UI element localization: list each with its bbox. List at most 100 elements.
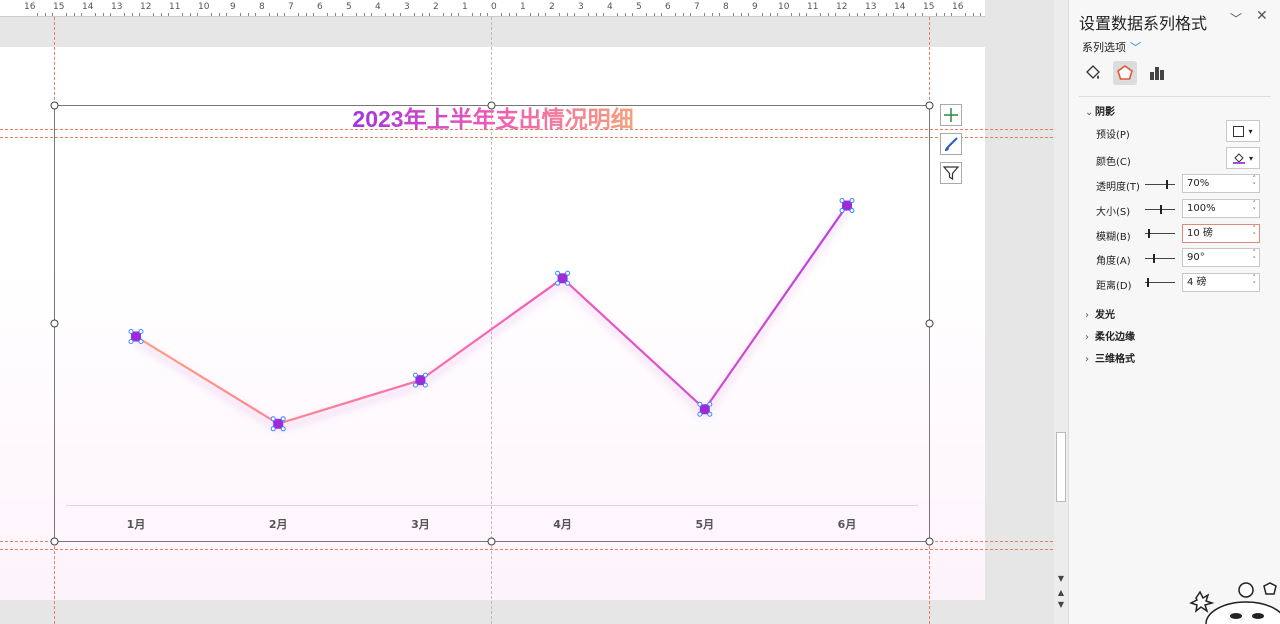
- ruler-label: 13: [111, 2, 123, 12]
- transparency-slider[interactable]: [1145, 180, 1175, 189]
- spin-arrows-icon[interactable]: ˄ ˅: [1253, 226, 1257, 240]
- scroll-down-icon[interactable]: ▼: [1056, 574, 1066, 584]
- series-options-dropdown[interactable]: 系列选项 ﹀: [1082, 39, 1141, 55]
- slide-workspace[interactable]: 2023年上半年支出情况明细 1月 2月 3月 4月 5月 6月: [0, 17, 1053, 624]
- point-selection-handle[interactable]: [565, 280, 571, 286]
- shadow-color-dropdown[interactable]: ▾: [1226, 147, 1260, 169]
- slider-knob[interactable]: [1152, 254, 1155, 263]
- funnel-icon[interactable]: [940, 162, 962, 184]
- chevron-right-icon: ›: [1085, 354, 1089, 365]
- line-chart[interactable]: 2023年上半年支出情况明细 1月 2月 3月 4月 5月 6月: [0, 17, 1053, 624]
- transparency-input[interactable]: 70% ˄ ˅: [1182, 174, 1260, 193]
- distance-slider[interactable]: [1145, 278, 1175, 287]
- shadow-preset-dropdown[interactable]: ▾: [1226, 120, 1260, 142]
- ruler-mark: [51, 13, 53, 16]
- resize-handle[interactable]: [50, 101, 59, 110]
- point-selection-handle[interactable]: [412, 372, 418, 378]
- resize-handle[interactable]: [925, 319, 934, 328]
- blur-slider[interactable]: [1145, 229, 1175, 238]
- vertical-scrollbar[interactable]: ▼ ▲ ▼: [1054, 0, 1068, 624]
- spin-arrows-icon[interactable]: ˄ ˅: [1253, 201, 1257, 215]
- resize-handle[interactable]: [50, 319, 59, 328]
- point-selection-handle[interactable]: [280, 426, 286, 432]
- point-selection-handle[interactable]: [565, 270, 571, 276]
- ruler-mark: [653, 13, 655, 16]
- ruler-mark: [849, 13, 851, 16]
- point-selection-handle[interactable]: [270, 426, 276, 432]
- point-selection-handle[interactable]: [839, 198, 845, 204]
- plus-icon[interactable]: [940, 104, 962, 126]
- effects-icon[interactable]: [1113, 61, 1137, 85]
- prev-page-icon[interactable]: ▲: [1056, 588, 1066, 598]
- point-selection-handle[interactable]: [138, 339, 144, 344]
- series-options-icon[interactable]: [1145, 61, 1169, 85]
- point-selection-handle[interactable]: [849, 198, 855, 204]
- point-selection-handle[interactable]: [555, 280, 561, 286]
- ruler-mark: [892, 13, 894, 16]
- size-input[interactable]: 100% ˄ ˅: [1182, 199, 1260, 218]
- chart-title[interactable]: 2023年上半年支出情况明细: [352, 106, 633, 132]
- point-selection-handle[interactable]: [128, 339, 134, 344]
- resize-handle[interactable]: [925, 537, 934, 546]
- section-shadow[interactable]: ⌄ 阴影: [1085, 103, 1115, 118]
- spin-arrows-icon[interactable]: ˄ ˅: [1253, 176, 1257, 190]
- slider-knob[interactable]: [1166, 180, 1168, 189]
- horizontal-ruler[interactable]: 16 15 14 13 12 11 10 9 8 7 6 5 4 3 2 1 0 1 2 3 4 5 6 7 8 9 10 11 12 1…: [0, 0, 985, 17]
- resize-handle[interactable]: [925, 101, 934, 110]
- point-selection-handle[interactable]: [422, 372, 428, 378]
- section-glow[interactable]: › 发光: [1085, 306, 1115, 321]
- slider-knob[interactable]: [1148, 229, 1150, 238]
- spin-arrows-icon[interactable]: ˄ ˅: [1253, 250, 1257, 264]
- point-selection-handle[interactable]: [555, 270, 561, 276]
- distance-input[interactable]: 4 磅 ˄ ˅: [1182, 273, 1260, 292]
- section-3d-format-label: 三维格式: [1095, 354, 1135, 365]
- resize-handle[interactable]: [487, 101, 496, 110]
- point-selection-handle[interactable]: [707, 411, 713, 417]
- point-selection-handle[interactable]: [422, 382, 428, 388]
- size-slider[interactable]: [1145, 205, 1175, 214]
- ruler-label: 2: [433, 2, 439, 12]
- spin-arrows-icon[interactable]: ˄ ˅: [1253, 275, 1257, 289]
- point-selection-handle[interactable]: [270, 416, 276, 422]
- section-soft-edges[interactable]: › 柔化边缘: [1085, 328, 1135, 343]
- ruler-label: 8: [259, 2, 265, 12]
- x-tick-label: 5月: [695, 518, 714, 531]
- section-3d-format[interactable]: › 三维格式: [1085, 350, 1135, 365]
- angle-input[interactable]: 90° ˄ ˅: [1182, 248, 1260, 267]
- ruler-mark: [341, 13, 343, 16]
- fill-line-icon[interactable]: [1081, 61, 1105, 85]
- point-selection-handle[interactable]: [128, 329, 134, 334]
- brush-icon[interactable]: [940, 133, 962, 155]
- ruler-mark: [950, 13, 952, 16]
- next-page-icon[interactable]: ▼: [1056, 600, 1066, 610]
- point-selection-handle[interactable]: [707, 401, 713, 407]
- ruler-label: 0: [491, 2, 497, 12]
- point-selection-handle[interactable]: [412, 382, 418, 388]
- point-selection-handle[interactable]: [138, 329, 144, 334]
- x-tick-label: 2月: [269, 518, 288, 531]
- chevron-down-icon[interactable]: ﹀: [1230, 10, 1242, 27]
- blur-input[interactable]: 10 磅 ˄ ˅: [1182, 224, 1260, 243]
- angle-slider[interactable]: [1145, 254, 1175, 263]
- x-tick-label: 1月: [127, 518, 146, 531]
- chart-frame[interactable]: [54, 105, 930, 542]
- format-pane: 设置数据系列格式 ﹀ ✕ 系列选项 ﹀ ⌄ 阴影 预设(P) ▾ 颜色(C) ▾ 透…: [1068, 0, 1280, 624]
- ruler-mark: [624, 13, 626, 16]
- resize-handle[interactable]: [487, 537, 496, 546]
- slider-knob[interactable]: [1146, 278, 1149, 287]
- close-icon[interactable]: ✕: [1256, 8, 1268, 24]
- slider-knob[interactable]: [1160, 205, 1162, 214]
- ruler-mark: [914, 13, 916, 16]
- resize-handle[interactable]: [50, 537, 59, 546]
- series-line[interactable]: [135, 204, 848, 425]
- point-selection-handle[interactable]: [697, 401, 703, 407]
- ruler-mark: [820, 13, 822, 16]
- point-selection-handle[interactable]: [839, 208, 845, 214]
- point-selection-handle[interactable]: [280, 416, 286, 422]
- ruler-mark: [254, 13, 256, 16]
- point-selection-handle[interactable]: [849, 208, 855, 214]
- scroll-thumb[interactable]: [1056, 432, 1066, 502]
- point-selection-handle[interactable]: [697, 411, 703, 417]
- ruler-mark: [102, 13, 104, 16]
- ruler-mark: [421, 13, 423, 16]
